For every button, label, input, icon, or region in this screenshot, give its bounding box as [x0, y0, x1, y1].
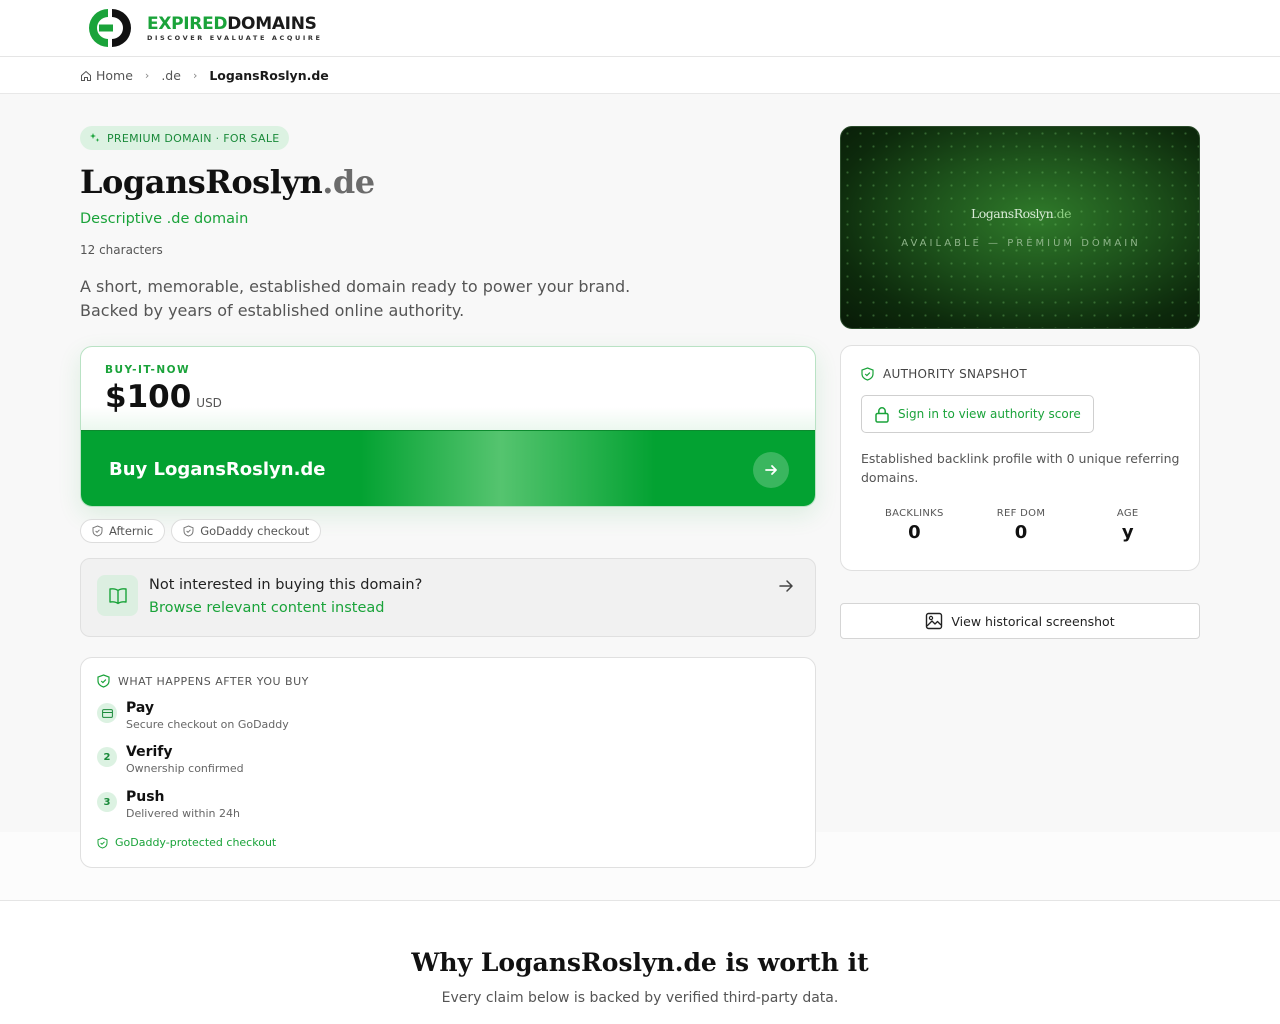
buy-button-label: Buy LogansRoslyn.de	[109, 458, 326, 480]
stat-value: 0	[908, 522, 921, 543]
lead-line: A short, memorable, established domain r…	[80, 277, 631, 296]
char-count: 12 characters	[80, 243, 163, 257]
domain-heading: LogansRoslyn.de	[80, 163, 375, 201]
historical-screenshot-label: View historical screenshot	[951, 613, 1115, 629]
stat-label: REF DOM	[996, 508, 1046, 519]
step-push: 3 Push Delivered within 24h	[97, 788, 240, 822]
arrow-right-icon	[779, 580, 793, 592]
shield-check-icon	[97, 674, 110, 688]
step-title: Push	[126, 789, 165, 805]
premium-badge-label: PREMIUM DOMAIN · FOR SALE	[107, 131, 280, 145]
step-subtitle: Ownership confirmed	[126, 762, 244, 775]
historical-screenshot-button[interactable]: View historical screenshot	[840, 603, 1200, 639]
stat-label: AGE	[1116, 508, 1139, 519]
stat-label: BACKLINKS	[885, 508, 944, 519]
credit-card-icon	[97, 703, 117, 723]
dot-pattern	[841, 127, 1199, 328]
buy-card: BUY-IT-NOW $100 USD Buy LogansRoslyn.de	[80, 346, 816, 507]
breadcrumb-home[interactable]: Home	[96, 68, 133, 83]
logo-wordmark: EXPIREDDOMAINS	[147, 14, 323, 34]
domain-name: LogansRoslyn	[80, 163, 323, 201]
stat-backlinks: BACKLINKS 0	[861, 508, 968, 543]
step-number: 2	[97, 747, 117, 767]
price-currency: USD	[196, 396, 222, 410]
shield-icon	[92, 525, 103, 537]
step-number: 3	[97, 792, 117, 812]
shield-check-icon	[861, 367, 874, 381]
lock-icon	[875, 406, 889, 423]
site-logo[interactable]: EXPIREDDOMAINS DISCOVER EVALUATE ACQUIRE	[87, 7, 323, 49]
why-heading: Why LogansRoslyn.de is worth it	[411, 948, 869, 977]
authority-card: AUTHORITY SNAPSHOT Sign in to view autho…	[840, 345, 1200, 571]
after-purchase-heading-label: WHAT HAPPENS AFTER YOU BUY	[118, 674, 309, 688]
browse-content-link[interactable]: Browse relevant content instead	[149, 600, 384, 616]
stat-value: y	[1121, 522, 1134, 543]
lead-line: Backed by years of established online au…	[80, 301, 465, 320]
protected-checkout-label: GoDaddy-protected checkout	[115, 836, 277, 849]
section-divider	[0, 900, 1280, 901]
tag-label: Afternic	[109, 524, 154, 538]
trust-tags: Afternic GoDaddy checkout	[80, 519, 322, 543]
home-icon	[81, 70, 91, 81]
tag-afternic: Afternic	[80, 519, 166, 543]
sparkle-icon	[90, 133, 100, 142]
preview-status: AVAILABLE — PREMIUM DOMAIN	[901, 238, 1141, 249]
backlink-profile-text: Established backlink profile with 0 uniq…	[861, 451, 1180, 485]
not-interested-question: Not interested in buying this domain?	[149, 577, 423, 593]
price-amount: $100	[105, 379, 192, 415]
stat-value: 0	[1014, 522, 1028, 543]
stat-age: AGE y	[1074, 508, 1181, 543]
breadcrumb: Home › .de › LogansRoslyn.de	[80, 68, 329, 83]
price: $100 USD	[105, 379, 222, 415]
image-icon	[926, 612, 943, 630]
book-icon	[97, 575, 138, 616]
after-purchase-heading: WHAT HAPPENS AFTER YOU BUY	[97, 674, 309, 688]
step-verify: 2 Verify Ownership confirmed	[97, 743, 244, 777]
shield-icon	[183, 525, 194, 537]
logo-word-dark: DOMAINS	[227, 13, 317, 34]
buy-button[interactable]: Buy LogansRoslyn.de	[81, 430, 815, 506]
breadcrumb-current: LogansRoslyn.de	[209, 68, 329, 83]
domain-descriptor-link[interactable]: Descriptive .de domain	[80, 211, 248, 227]
browse-content-card[interactable]: Not interested in buying this domain? Br…	[80, 558, 816, 637]
logo-tagline: DISCOVER EVALUATE ACQUIRE	[147, 33, 323, 42]
shield-check-icon	[97, 836, 108, 849]
logo-mark-icon	[89, 9, 131, 47]
step-subtitle: Delivered within 24h	[126, 807, 240, 820]
domain-preview-card: LogansRoslyn.de AVAILABLE — PREMIUM DOMA…	[840, 126, 1200, 329]
arrow-right-icon	[753, 452, 789, 488]
step-title: Pay	[126, 700, 155, 716]
protected-checkout-note: GoDaddy-protected checkout	[97, 836, 276, 849]
stat-ref-domains: REF DOM 0	[968, 508, 1075, 543]
logo-word-green: EXPIRED	[147, 13, 228, 34]
preview-domain-name: LogansRoslyn	[970, 206, 1054, 221]
step-subtitle: Secure checkout on GoDaddy	[126, 718, 289, 731]
signin-authority-label: Sign in to view authority score	[898, 407, 1081, 421]
chevron-right-icon: ›	[144, 69, 150, 82]
premium-badge: PREMIUM DOMAIN · FOR SALE	[80, 126, 289, 150]
preview-domain: LogansRoslyn.de	[841, 206, 1199, 221]
breadcrumb-tld[interactable]: .de	[161, 68, 181, 83]
after-purchase-card: WHAT HAPPENS AFTER YOU BUY Pay Secure ch…	[80, 657, 816, 868]
chevron-right-icon: ›	[192, 69, 198, 82]
signin-authority-button[interactable]: Sign in to view authority score	[861, 395, 1094, 433]
buy-it-now-label: BUY-IT-NOW	[105, 364, 191, 376]
domain-tld: .de	[322, 163, 375, 201]
authority-stats: BACKLINKS 0 REF DOM 0 AGE y	[861, 508, 1181, 543]
lead-paragraph: A short, memorable, established domain r…	[80, 275, 680, 323]
why-subtitle: Every claim below is backed by verified …	[441, 990, 839, 1006]
tag-godaddy: GoDaddy checkout	[171, 519, 322, 543]
step-pay: Pay Secure checkout on GoDaddy	[97, 699, 289, 733]
authority-heading: AUTHORITY SNAPSHOT	[861, 367, 1027, 381]
tag-label: GoDaddy checkout	[200, 524, 310, 538]
top-header: EXPIREDDOMAINS DISCOVER EVALUATE ACQUIRE	[0, 0, 1280, 57]
breadcrumb-bar: Home › .de › LogansRoslyn.de	[0, 57, 1280, 94]
step-title: Verify	[126, 744, 173, 760]
preview-domain-tld: .de	[1053, 206, 1072, 221]
authority-heading-label: AUTHORITY SNAPSHOT	[883, 367, 1027, 381]
